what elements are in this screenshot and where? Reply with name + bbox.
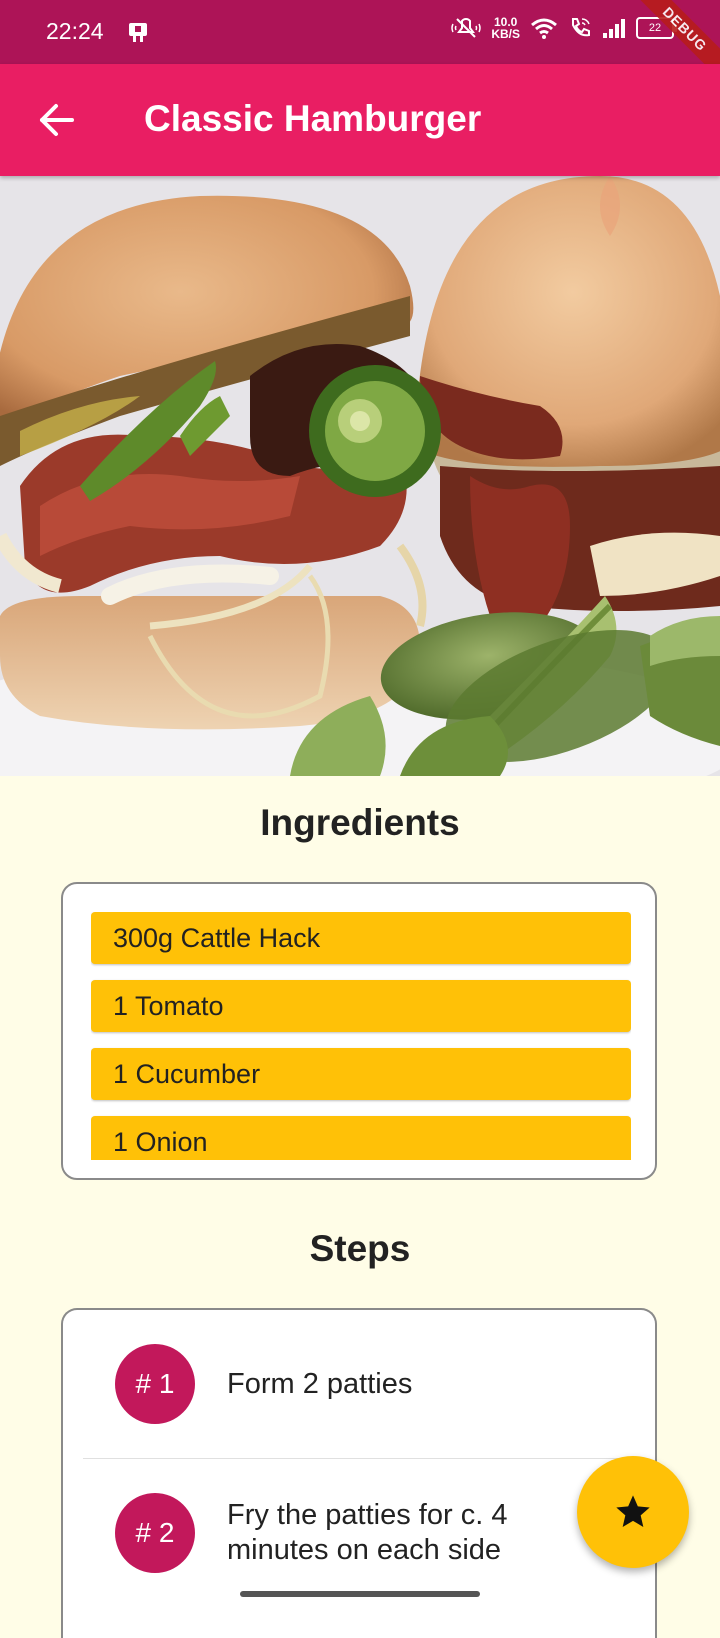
ingredient-item: 1 Tomato (91, 980, 631, 1032)
step-row: # 1 Form 2 patties (63, 1310, 655, 1458)
ingredients-card[interactable]: 300g Cattle Hack 1 Tomato 1 Cucumber 1 O… (61, 882, 657, 1180)
network-speed: 10.0 KB/S (491, 16, 520, 40)
step-row: # 2 Fry the patties for c. 4 minutes on … (83, 1458, 635, 1607)
status-bar: 22:24 10.0 KB/S 22 DEBUG (0, 0, 720, 64)
wifi-call-icon (572, 18, 590, 37)
ingredients-title: Ingredients (260, 802, 460, 843)
wifi-icon (531, 18, 557, 39)
app-bar: Classic Hamburger (0, 64, 720, 176)
status-time: 22:24 (46, 18, 104, 44)
arrow-back-icon[interactable] (36, 98, 80, 142)
signal-icon (603, 19, 625, 38)
star-icon (616, 1495, 650, 1527)
ingredient-list[interactable]: 300g Cattle Hack 1 Tomato 1 Cucumber 1 O… (91, 912, 631, 1160)
hamburger-photo (0, 176, 720, 776)
status-icons: 10.0 KB/S 22 (451, 16, 677, 40)
favorite-button[interactable] (577, 1456, 689, 1568)
notification-icon (129, 23, 147, 42)
page-title: Classic Hamburger (144, 98, 482, 139)
step-badge: # 2 (115, 1493, 195, 1573)
step-badge: # 1 (115, 1344, 195, 1424)
ingredient-item: 300g Cattle Hack (91, 912, 631, 964)
ingredient-item: 1 Onion (91, 1116, 631, 1160)
home-indicator[interactable] (240, 1591, 480, 1597)
steps-card[interactable]: # 1 Form 2 patties # 2 Fry the patties f… (61, 1308, 657, 1638)
ingredient-item: 1 Cucumber (91, 1048, 631, 1100)
mute-icon (451, 18, 482, 38)
network-speed-unit: KB/S (491, 27, 520, 41)
steps-title: Steps (309, 1228, 411, 1269)
step-text: Fry the patties for c. 4 minutes on each… (227, 1499, 508, 1566)
step-text: Form 2 patties (227, 1367, 413, 1400)
